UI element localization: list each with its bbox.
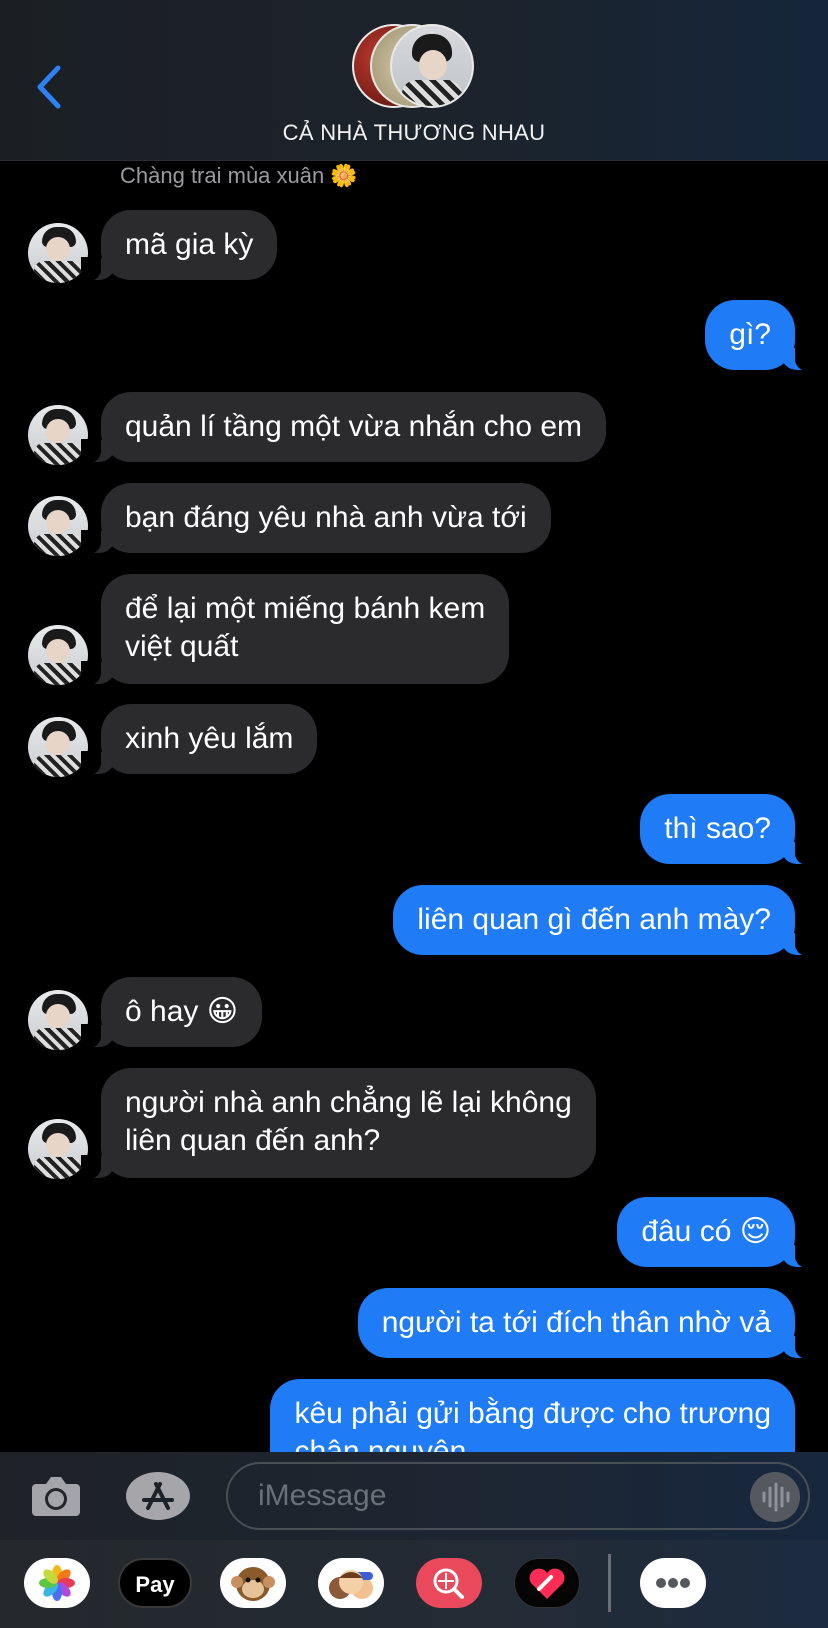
- message-text: để lại một miếng bánh kem: [125, 592, 486, 625]
- message-bubble-incoming[interactable]: ô hay 😀: [81, 977, 262, 1048]
- sender-avatar[interactable]: [28, 405, 88, 465]
- message-text: đâu có 😌: [641, 1215, 771, 1248]
- message-text: liên quan gì đến anh mày?: [417, 903, 771, 936]
- camera-icon[interactable]: [30, 1472, 82, 1518]
- message-text: người ta tới đích thân nhờ vả: [381, 1306, 771, 1339]
- sender-avatar[interactable]: [28, 625, 88, 685]
- message-text: bạn đáng yêu nhà anh vừa tới: [125, 501, 527, 534]
- message-text: việt quất: [125, 630, 239, 663]
- audio-message-icon[interactable]: [750, 1472, 800, 1522]
- sender-avatar[interactable]: [28, 717, 88, 777]
- message-bubble-outgoing[interactable]: người ta tới đích thân nhờ vả: [357, 1288, 816, 1359]
- message-bubble-incoming[interactable]: xinh yêu lắm: [80, 704, 318, 775]
- sender-avatar[interactable]: [28, 990, 88, 1050]
- group-member-avatar: [390, 24, 474, 108]
- message-bubble-incoming[interactable]: để lại một miếng bánh kem việt quất: [80, 574, 510, 685]
- message-text: người nhà anh chẳng lẽ lại không: [125, 1086, 572, 1119]
- message-text: kêu phải gửi bằng được cho trương: [294, 1397, 771, 1430]
- drawer-divider: [608, 1554, 611, 1612]
- app-drawer: Pay: [0, 1540, 828, 1628]
- apple-pay-icon[interactable]: Pay: [118, 1558, 192, 1608]
- message-text: ô hay 😀: [125, 995, 238, 1028]
- sender-avatar[interactable]: [28, 496, 88, 556]
- message-text: gì?: [729, 318, 771, 351]
- group-avatars[interactable]: [352, 24, 482, 108]
- sender-avatar[interactable]: [28, 1119, 88, 1179]
- back-chevron-icon[interactable]: [30, 62, 70, 112]
- message-text: thì sao?: [664, 812, 771, 845]
- digital-touch-icon[interactable]: [514, 1558, 580, 1608]
- memoji-icon[interactable]: [318, 1558, 384, 1608]
- message-bubble-incoming[interactable]: bạn đáng yêu nhà anh vừa tới: [81, 483, 551, 554]
- message-bubble-incoming[interactable]: người nhà anh chẳng lẽ lại không liên qu…: [81, 1068, 596, 1179]
- apple-pay-label: Pay: [135, 1572, 175, 1597]
- conversation-header: CẢ NHÀ THƯƠNG NHAU: [0, 0, 828, 161]
- compose-bar: [0, 1452, 828, 1540]
- message-text: quản lí tầng một vừa nhắn cho em: [125, 410, 583, 443]
- message-text: xinh yêu lắm: [125, 722, 294, 755]
- sender-name: Chàng trai mùa xuân 🌼: [120, 163, 358, 188]
- message-input[interactable]: [226, 1462, 810, 1530]
- message-bubble-incoming[interactable]: quản lí tầng một vừa nhắn cho em: [80, 392, 607, 463]
- message-text: liên quan đến anh?: [125, 1124, 381, 1157]
- message-text: mã gia kỳ: [125, 228, 254, 261]
- app-store-icon[interactable]: [126, 1472, 190, 1520]
- animoji-icon[interactable]: [220, 1558, 286, 1608]
- more-icon[interactable]: [640, 1558, 706, 1608]
- group-title[interactable]: CẢ NHÀ THƯƠNG NHAU: [0, 120, 828, 146]
- message-bubble-outgoing[interactable]: thì sao?: [640, 794, 815, 865]
- message-bubble-outgoing[interactable]: gì?: [705, 300, 815, 371]
- photos-icon[interactable]: [24, 1558, 90, 1608]
- sender-avatar[interactable]: [28, 223, 88, 283]
- image-search-icon[interactable]: [416, 1558, 482, 1608]
- message-bubble-incoming[interactable]: mã gia kỳ: [80, 210, 278, 281]
- message-bubble-outgoing[interactable]: đâu có 😌: [617, 1197, 815, 1268]
- message-bubble-outgoing[interactable]: liên quan gì đến anh mày?: [393, 885, 815, 956]
